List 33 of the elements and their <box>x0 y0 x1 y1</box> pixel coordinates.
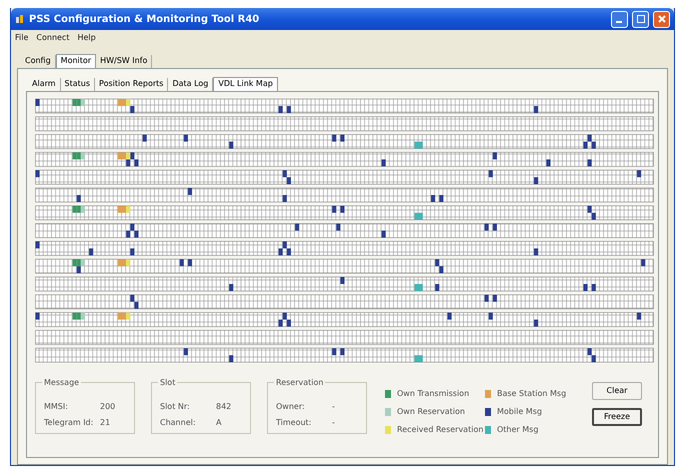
group-title: Message <box>42 376 82 389</box>
menu-item[interactable]: Connect <box>36 32 70 44</box>
freeze-button[interactable]: Freeze <box>592 408 642 426</box>
tab[interactable]: Monitor <box>56 54 96 68</box>
field-value: 200 <box>100 400 116 413</box>
maximize-icon <box>636 15 644 23</box>
legend-label: Base Station Msg <box>497 388 566 400</box>
legend-label: Mobile Msg <box>497 406 542 418</box>
field-label: MMSI: <box>44 400 69 413</box>
window-title: PSS Configuration & Monitoring Tool R40 <box>29 12 260 26</box>
minimize-button[interactable] <box>611 10 628 28</box>
field-value: 21 <box>100 416 110 429</box>
tab[interactable]: VDL Link Map <box>213 76 278 91</box>
field-label: Timeout: <box>276 416 312 429</box>
menu-item[interactable]: File <box>15 32 28 44</box>
legend-label: Own Reservation <box>397 406 465 418</box>
field-label: Channel: <box>160 416 197 429</box>
legend-label: Other Msg <box>497 424 538 436</box>
field-label: Telegram Id: <box>44 416 94 429</box>
field-label: Owner: <box>276 400 306 413</box>
field-value: - <box>332 416 335 429</box>
field-label: Slot Nr: <box>160 400 191 413</box>
legend-label: Own Transmission <box>397 388 470 400</box>
legend-label: Received Reservation <box>397 424 484 436</box>
field-value: - <box>332 400 335 413</box>
menu-item[interactable]: Help <box>77 32 96 44</box>
maximize-button[interactable] <box>632 10 649 28</box>
app-icon <box>15 14 25 24</box>
close-icon <box>658 15 666 23</box>
close-button[interactable] <box>653 10 670 28</box>
field-value: A <box>216 416 222 429</box>
field-value: 842 <box>216 400 232 413</box>
clear-button[interactable]: Clear <box>592 382 642 400</box>
